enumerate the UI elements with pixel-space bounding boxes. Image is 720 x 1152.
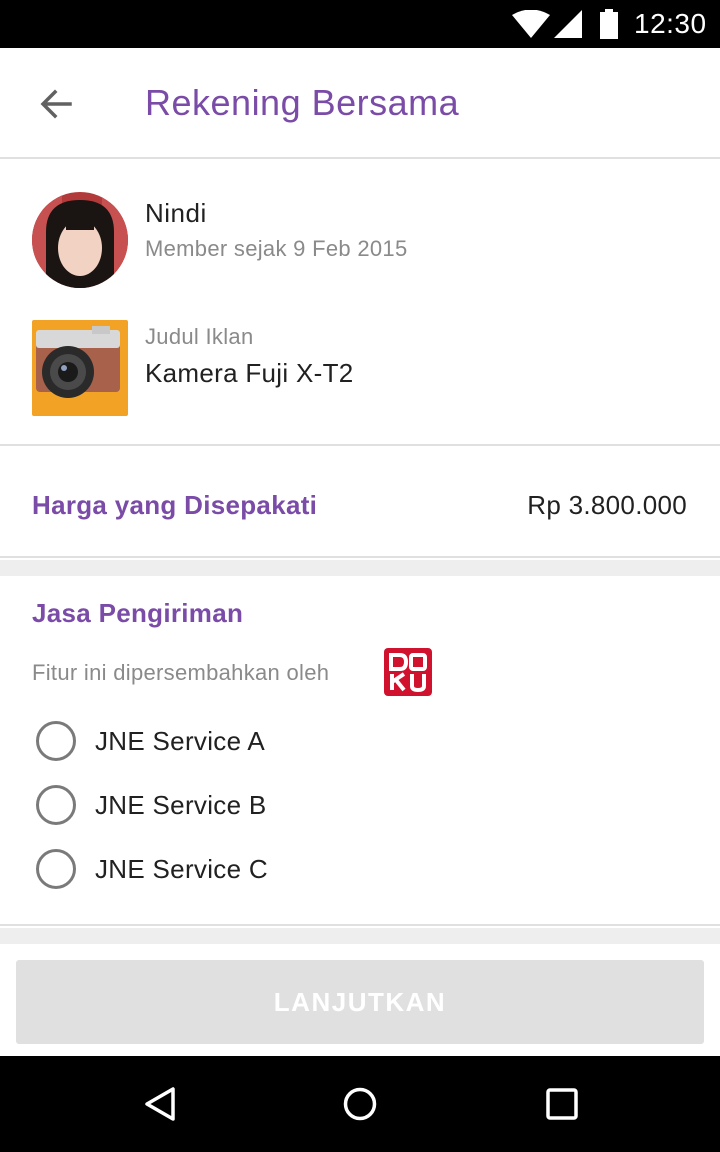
provided-by-text: Fitur ini dipersembahkan oleh — [32, 660, 330, 685]
nav-recents-icon[interactable] — [538, 1080, 586, 1128]
shipping-option-label: JNE Service B — [95, 790, 267, 820]
battery-icon — [599, 9, 619, 44]
arrow-back-icon[interactable] — [32, 82, 80, 126]
status-time: 12:30 — [634, 8, 707, 39]
shipping-heading: Jasa Pengiriman — [32, 598, 244, 628]
wifi-icon — [512, 9, 550, 43]
system-nav-bar — [0, 1056, 720, 1152]
seller-card: Nindi Member sejak 9 Feb 2015 Judul Ikla… — [0, 160, 720, 446]
shipping-section: Jasa Pengiriman Fitur ini dipersembahkan… — [0, 576, 720, 926]
radio-unchecked-icon[interactable] — [36, 849, 76, 889]
nav-back-icon[interactable] — [136, 1080, 184, 1128]
nav-home-icon[interactable] — [336, 1080, 384, 1128]
avatar — [32, 192, 128, 288]
shipping-option-a[interactable]: JNE Service A — [32, 713, 512, 769]
section-divider — [0, 928, 720, 944]
page-title: Rekening Bersama — [145, 82, 460, 123]
status-bar: 12:30 — [0, 0, 720, 48]
agreed-price-row: Harga yang Disepakati Rp 3.800.000 — [0, 448, 720, 558]
shipping-option-c[interactable]: JNE Service C — [32, 841, 512, 897]
agreed-price-label: Harga yang Disepakati — [32, 490, 318, 520]
seller-name: Nindi — [145, 198, 207, 228]
ad-title-label: Judul Iklan — [145, 324, 254, 349]
radio-unchecked-icon[interactable] — [36, 785, 76, 825]
continue-button[interactable]: LANJUTKAN — [16, 960, 704, 1044]
agreed-price-value: Rp 3.800.000 — [527, 490, 687, 520]
radio-unchecked-icon[interactable] — [36, 721, 76, 761]
shipping-option-b[interactable]: JNE Service B — [32, 777, 512, 833]
shipping-option-label: JNE Service A — [95, 726, 266, 756]
member-since: Member sejak 9 Feb 2015 — [145, 236, 408, 261]
app-bar: Rekening Bersama — [0, 48, 720, 159]
shipping-option-label: JNE Service C — [95, 854, 268, 884]
ad-title: Kamera Fuji X-T2 — [145, 358, 354, 388]
footer: LANJUTKAN — [0, 944, 720, 1056]
section-divider — [0, 560, 720, 576]
signal-icon — [554, 10, 582, 43]
doku-logo — [384, 648, 432, 696]
ad-thumbnail — [32, 320, 128, 416]
